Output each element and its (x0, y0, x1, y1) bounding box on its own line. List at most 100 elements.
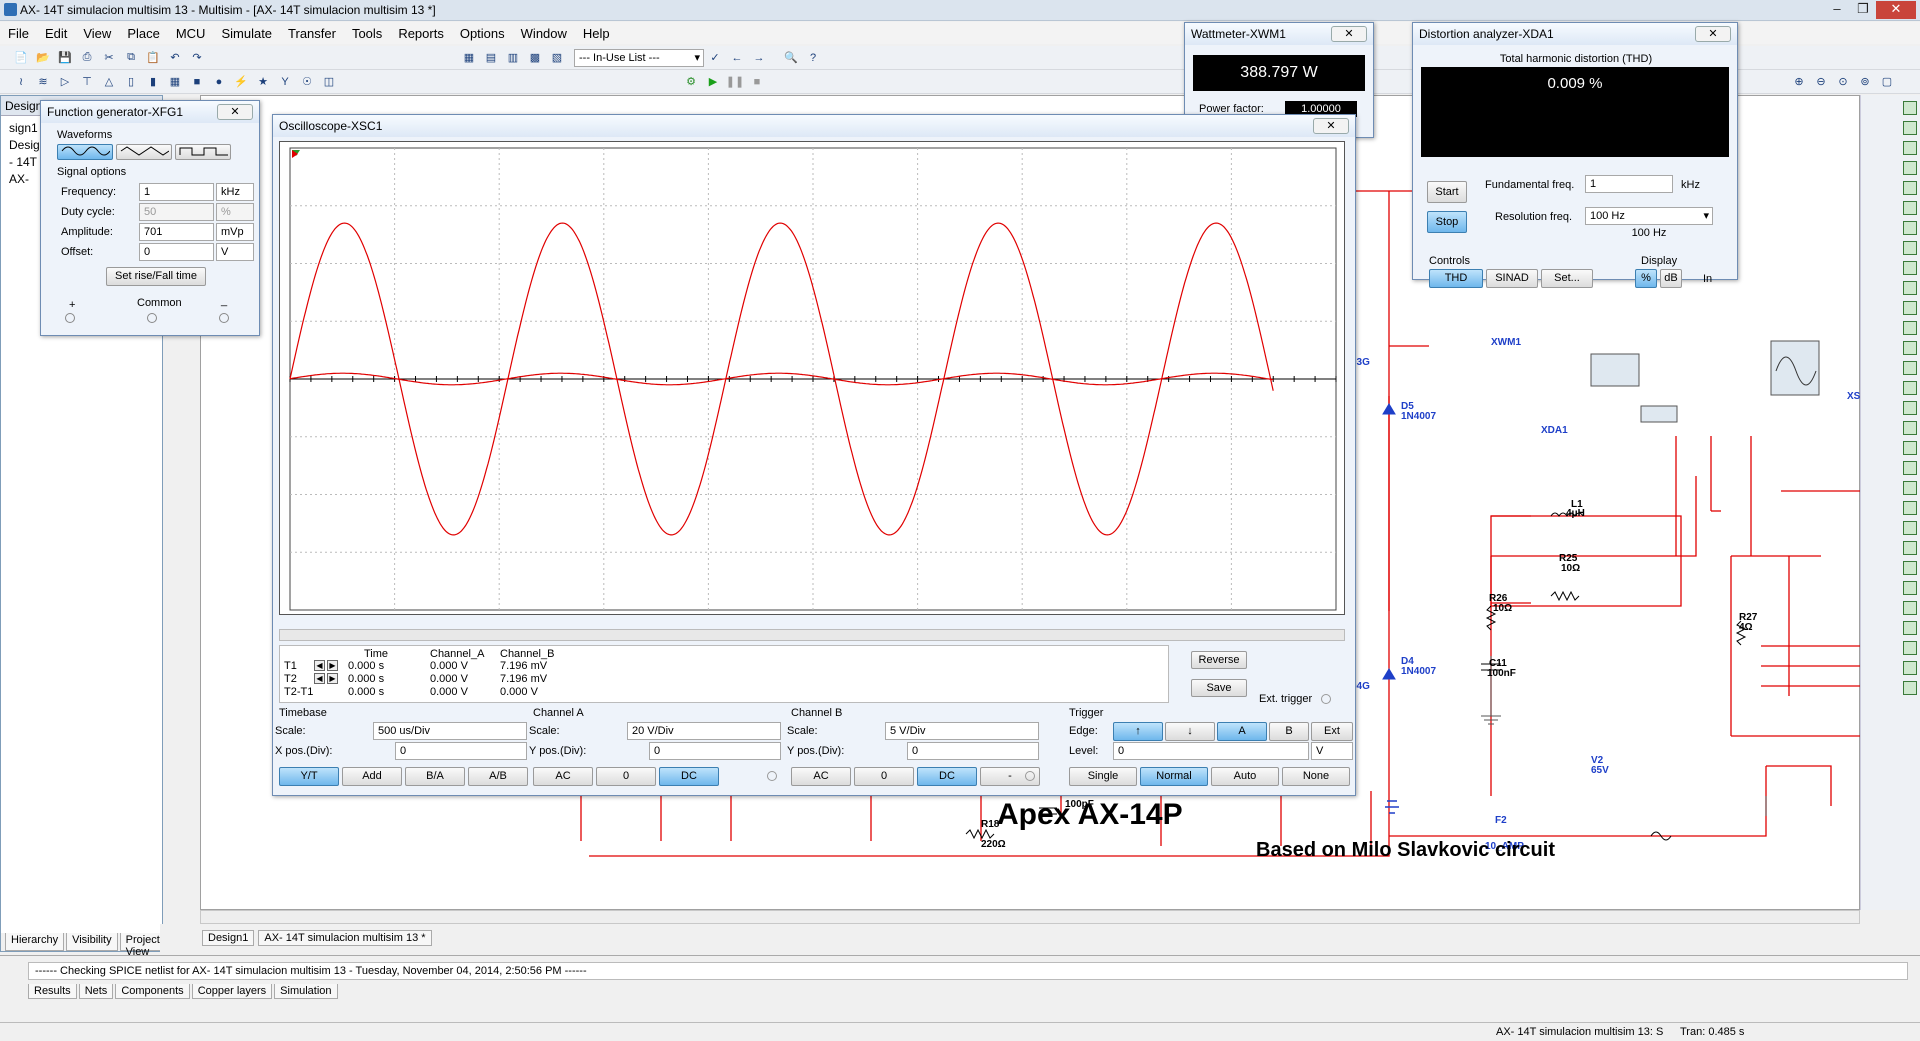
tab-hierarchy[interactable]: Hierarchy (5, 933, 65, 951)
minus-terminal-icon[interactable] (219, 313, 229, 323)
close-icon[interactable]: ✕ (1876, 1, 1916, 19)
fullscreen-icon[interactable]: ▢ (1877, 73, 1897, 91)
chb-pos-input[interactable]: 0 (907, 742, 1039, 760)
play-icon[interactable]: ▶ (703, 73, 723, 91)
instrument-icon[interactable] (1903, 461, 1917, 475)
instrument-icon[interactable] (1903, 401, 1917, 415)
instrument-icon[interactable] (1903, 681, 1917, 695)
edge-button[interactable]: A (1217, 722, 1267, 741)
chb-0-button[interactable]: 0 (854, 767, 914, 786)
percent-button[interactable]: % (1635, 269, 1657, 288)
tab-project-view[interactable]: Project View (119, 933, 166, 958)
terminal-icon[interactable] (1025, 771, 1035, 781)
indicator-icon[interactable]: ● (209, 73, 229, 91)
fgen-row-unit[interactable]: % (216, 203, 254, 221)
edge-button[interactable]: ↓ (1165, 722, 1215, 741)
menu-place[interactable]: Place (119, 26, 168, 41)
save-button[interactable]: Save (1191, 679, 1247, 697)
chb-scale-input[interactable]: 5 V/Div (885, 722, 1039, 740)
edge-button[interactable]: Ext (1311, 722, 1353, 741)
menu-options[interactable]: Options (452, 26, 513, 41)
instrument-icon[interactable] (1903, 421, 1917, 435)
erc-icon[interactable]: ✓ (705, 49, 725, 67)
print-icon[interactable]: ⎙ (77, 49, 97, 67)
instrument-icon[interactable] (1903, 601, 1917, 615)
instrument-icon[interactable] (1903, 161, 1917, 175)
instrument-icon[interactable] (1903, 521, 1917, 535)
db-button[interactable]: dB (1660, 269, 1682, 288)
instrument-icon[interactable] (1903, 281, 1917, 295)
paste-icon[interactable]: 📋 (143, 49, 163, 67)
help-icon[interactable]: ? (803, 49, 823, 67)
instrument-icon[interactable] (1903, 581, 1917, 595)
minimize-icon[interactable]: – (1824, 1, 1850, 19)
instrument-icon[interactable] (1903, 381, 1917, 395)
tab-nets[interactable]: Nets (78, 984, 114, 999)
misc-icon[interactable]: ★ (253, 73, 273, 91)
menu-file[interactable]: File (0, 26, 37, 41)
cut-icon[interactable]: ✂ (99, 49, 119, 67)
cursor-right-icon[interactable]: ▶ (327, 673, 338, 684)
start-button[interactable]: Start (1427, 181, 1467, 203)
menu-view[interactable]: View (75, 26, 119, 41)
instrument-icon[interactable] (1903, 441, 1917, 455)
watt-close-button[interactable]: ✕ (1331, 26, 1367, 42)
timebase-b-a-button[interactable]: B/A (405, 767, 465, 786)
dist-set-button[interactable]: Set... (1541, 269, 1593, 288)
analog-icon[interactable]: △ (99, 73, 119, 91)
pause-icon[interactable]: ❚❚ (725, 73, 745, 91)
instrument-icon[interactable] (1903, 361, 1917, 375)
power-icon[interactable]: ⚡ (231, 73, 251, 91)
instrument-icon[interactable] (1903, 301, 1917, 315)
fgen-row-unit[interactable]: mVp (216, 223, 254, 241)
open-icon[interactable]: 📂 (33, 49, 53, 67)
misc-digital-icon[interactable]: ▦ (165, 73, 185, 91)
grapher-icon[interactable]: ▤ (481, 49, 501, 67)
instrument-icon[interactable] (1903, 341, 1917, 355)
scope-header[interactable]: Oscilloscope-XSC1 (273, 115, 1355, 137)
menu-window[interactable]: Window (513, 26, 575, 41)
cha-dc-button[interactable]: DC (659, 767, 719, 786)
grid-icon[interactable]: ▦ (459, 49, 479, 67)
fgen-row-input[interactable]: 50 (139, 203, 214, 221)
fgen-row-unit[interactable]: kHz (216, 183, 254, 201)
plus-terminal-icon[interactable] (65, 313, 75, 323)
instrument-icon[interactable] (1903, 201, 1917, 215)
triangle-wave-button[interactable] (116, 144, 172, 160)
fgen-row-input[interactable]: 1 (139, 183, 214, 201)
fgen-row-unit[interactable]: V (216, 243, 254, 261)
stop-button[interactable]: Stop (1427, 211, 1467, 233)
zoom-in-icon[interactable]: ⊕ (1789, 73, 1809, 91)
instrument-icon[interactable] (1903, 261, 1917, 275)
dist-header[interactable]: Distortion analyzer-XDA1 (1413, 23, 1737, 45)
trigger-single-button[interactable]: Single (1069, 767, 1137, 786)
back-annotate-icon[interactable]: ← (727, 49, 747, 67)
database-icon[interactable]: ▩ (525, 49, 545, 67)
doc-tab[interactable]: Design1 (202, 930, 255, 946)
cursor-right-icon[interactable]: ▶ (327, 660, 338, 671)
new-icon[interactable]: 📄 (11, 49, 31, 67)
tab-copper-layers[interactable]: Copper layers (191, 984, 273, 999)
chb-ac-button[interactable]: AC (791, 767, 851, 786)
menu-mcu[interactable]: MCU (168, 26, 214, 41)
chb-dc-button[interactable]: DC (917, 767, 977, 786)
diode-icon[interactable]: ▷ (55, 73, 75, 91)
forward-annotate-icon[interactable]: → (749, 49, 769, 67)
transistor-icon[interactable]: ⊤ (77, 73, 97, 91)
cha-pos-input[interactable]: 0 (649, 742, 781, 760)
tab-simulation[interactable]: Simulation (274, 984, 338, 999)
timebase-scale-input[interactable]: 500 us/Div (373, 722, 527, 740)
sine-wave-button[interactable] (57, 144, 113, 160)
save-icon[interactable]: 💾 (55, 49, 75, 67)
fgen-row-input[interactable]: 701 (139, 223, 214, 241)
dist-thd-button[interactable]: THD (1429, 269, 1483, 288)
timebase-a-b-button[interactable]: A/B (468, 767, 528, 786)
electromech-icon[interactable]: ☉ (297, 73, 317, 91)
res-select[interactable]: 100 Hz ▾ (1585, 207, 1713, 225)
undo-icon[interactable]: ↶ (165, 49, 185, 67)
in-use-list[interactable]: --- In-Use List --- ▾ (574, 48, 704, 67)
zoom-fit-icon[interactable]: ⊚ (1855, 73, 1875, 91)
cmos-icon[interactable]: ▮ (143, 73, 163, 91)
cha-ac-button[interactable]: AC (533, 767, 593, 786)
instrument-icon[interactable] (1903, 121, 1917, 135)
